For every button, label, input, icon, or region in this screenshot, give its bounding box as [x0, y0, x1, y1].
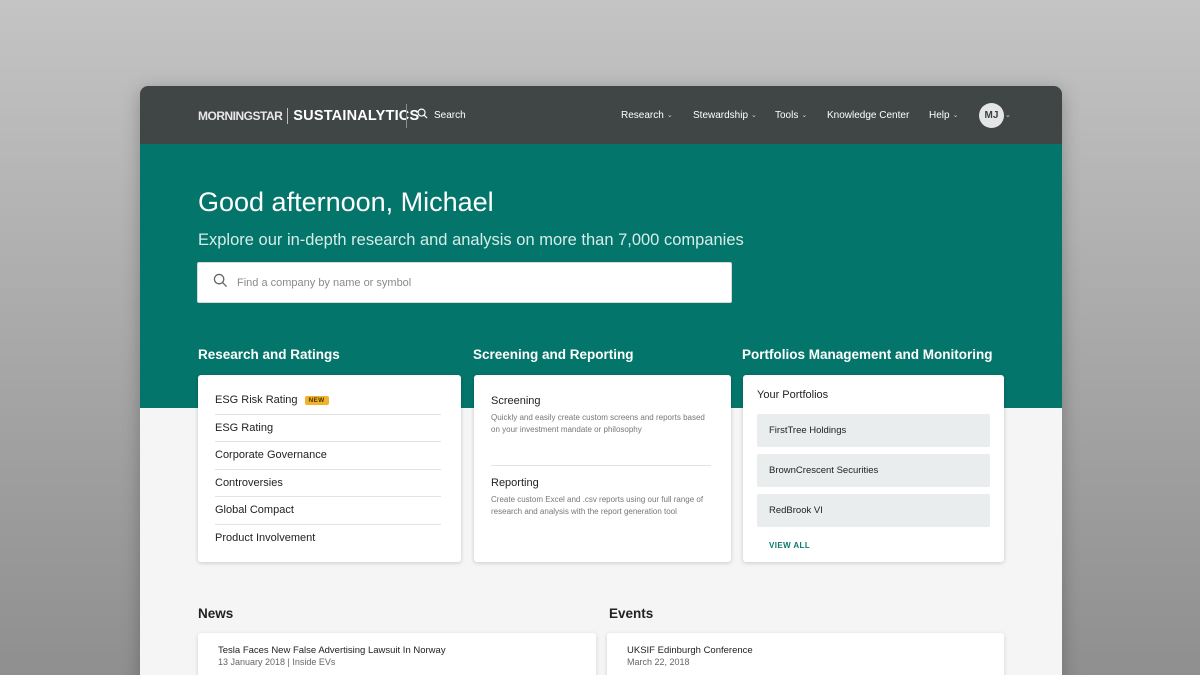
new-badge: NEW: [304, 395, 329, 405]
news-card[interactable]: Tesla Faces New False Advertising Lawsui…: [198, 633, 596, 675]
nav-help-label: Help: [929, 110, 950, 121]
list-item-label: Product Involvement: [215, 532, 316, 545]
list-item-esg-rating[interactable]: ESG Rating: [215, 415, 441, 442]
nav-help[interactable]: Help ⌄: [929, 110, 958, 121]
logo-divider: [287, 108, 289, 124]
events-title: Events: [609, 606, 654, 621]
event-date: March 22, 2018: [627, 657, 690, 667]
list-item-product-involvement[interactable]: Product Involvement: [215, 525, 441, 553]
nav-research[interactable]: Research ⌄: [621, 110, 673, 121]
nav-tools[interactable]: Tools ⌄: [775, 110, 807, 121]
search-icon: [417, 108, 428, 122]
screening-block[interactable]: Screening Quickly and easily create cust…: [491, 395, 711, 436]
app-window: MORNINGSTAR SUSTAINALYTICS Search Resear…: [140, 86, 1062, 675]
company-search-input[interactable]: [237, 276, 677, 289]
nav-tools-label: Tools: [775, 110, 799, 121]
search-icon: [213, 273, 228, 293]
nav-research-label: Research: [621, 110, 664, 121]
your-portfolios-heading: Your Portfolios: [757, 389, 829, 401]
reporting-description: Create custom Excel and .csv reports usi…: [491, 495, 704, 516]
header-divider: [406, 104, 407, 128]
nav-stewardship-label: Stewardship: [693, 110, 749, 121]
company-search-box[interactable]: [197, 262, 732, 303]
news-title: News: [198, 606, 234, 621]
event-headline[interactable]: UKSIF Edinburgh Conference: [627, 645, 753, 656]
view-all-link[interactable]: VIEW ALL: [769, 541, 810, 550]
list-item-label: ESG Risk Rating: [215, 394, 298, 407]
list-item-label: Controversies: [215, 476, 283, 489]
brand-logo[interactable]: MORNINGSTAR SUSTAINALYTICS: [198, 107, 419, 125]
reporting-block[interactable]: Reporting Create custom Excel and .csv r…: [491, 477, 711, 518]
research-ratings-title: Research and Ratings: [198, 347, 340, 362]
screening-description: Quickly and easily create custom screens…: [491, 413, 705, 434]
news-meta: 13 January 2018 | Inside EVs: [218, 657, 336, 667]
portfolio-item-browncrescent[interactable]: BrownCrescent Securities: [757, 454, 990, 487]
list-item-corporate-governance[interactable]: Corporate Governance: [215, 442, 441, 470]
divider: [491, 465, 711, 466]
chevron-down-icon: ⌄: [751, 111, 757, 119]
sustainalytics-logo: SUSTAINALYTICS: [293, 108, 420, 124]
portfolio-item-firsttree[interactable]: FirstTree Holdings: [757, 414, 990, 447]
news-headline[interactable]: Tesla Faces New False Advertising Lawsui…: [218, 645, 446, 656]
morningstar-logo: MORNINGSTAR: [198, 109, 283, 123]
chevron-down-icon: ⌄: [666, 111, 673, 119]
portfolio-item-redbrook[interactable]: RedBrook VI: [757, 494, 990, 527]
hero-subtitle: Explore our in-depth research and analys…: [198, 231, 744, 249]
chevron-down-icon: ⌄: [952, 111, 959, 119]
top-navigation-bar: MORNINGSTAR SUSTAINALYTICS Search Resear…: [140, 86, 1062, 144]
research-ratings-list: ESG Risk Rating NEW ESG Rating Corporate…: [215, 387, 441, 552]
list-item-label: ESG Rating: [215, 421, 274, 434]
portfolios-title: Portfolios Management and Monitoring: [742, 347, 993, 362]
portfolios-card: Your Portfolios FirstTree Holdings Brown…: [743, 375, 1004, 562]
greeting-heading: Good afternoon, Michael: [198, 187, 494, 217]
screening-reporting-title: Screening and Reporting: [473, 347, 634, 362]
list-item-esg-risk-rating[interactable]: ESG Risk Rating NEW: [215, 387, 441, 415]
list-item-label: Corporate Governance: [215, 449, 327, 462]
list-item-label: Global Compact: [215, 504, 294, 517]
research-ratings-card: ESG Risk Rating NEW ESG Rating Corporate…: [198, 375, 461, 562]
screening-reporting-card: Screening Quickly and easily create cust…: [474, 375, 731, 562]
list-item-controversies[interactable]: Controversies: [215, 470, 441, 497]
list-item-global-compact[interactable]: Global Compact: [215, 497, 441, 525]
events-card[interactable]: UKSIF Edinburgh Conference March 22, 201…: [607, 633, 1004, 675]
chevron-down-icon: ⌄: [801, 111, 808, 119]
header-search-label: Search: [434, 109, 466, 121]
nav-knowledge-center-label: Knowledge Center: [827, 110, 910, 121]
nav-knowledge-center[interactable]: Knowledge Center: [827, 110, 909, 121]
chevron-down-icon[interactable]: ⌄: [1005, 111, 1011, 119]
screening-link[interactable]: Screening: [491, 395, 711, 407]
nav-stewardship[interactable]: Stewardship ⌄: [693, 110, 757, 121]
avatar[interactable]: MJ: [979, 103, 1004, 128]
header-search-button[interactable]: Search: [417, 108, 466, 122]
reporting-link[interactable]: Reporting: [491, 477, 711, 489]
